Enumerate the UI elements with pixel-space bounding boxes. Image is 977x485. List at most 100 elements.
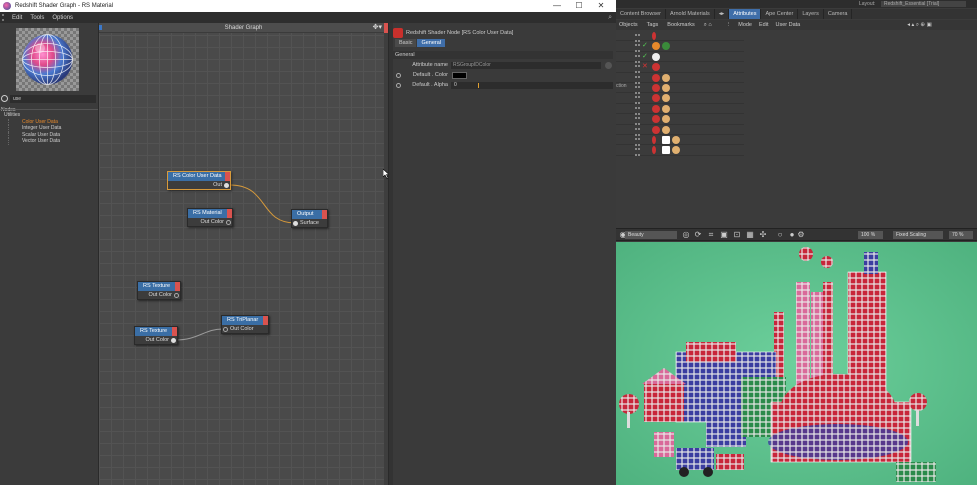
- menu-options[interactable]: Options: [52, 15, 73, 21]
- node-rs-texture-2[interactable]: RS Texture Out Color: [134, 326, 178, 345]
- refresh-icon[interactable]: ⟳: [694, 231, 702, 239]
- node-header[interactable]: RS Texture: [138, 282, 180, 291]
- tab-content-browser[interactable]: Content Browser: [616, 9, 666, 19]
- maximize-button[interactable]: ☐: [568, 0, 590, 12]
- scale-field[interactable]: 70 %: [949, 231, 973, 239]
- node-header[interactable]: RS Material: [188, 209, 232, 218]
- check-icon[interactable]: ✓: [642, 42, 649, 50]
- tag-icon[interactable]: [652, 135, 656, 144]
- tab-arnold-materials[interactable]: Arnold Materials: [666, 9, 715, 19]
- tag-icon[interactable]: [652, 73, 660, 82]
- visibility-dots[interactable]: [634, 85, 640, 94]
- visibility-dots[interactable]: [634, 106, 640, 115]
- node-header[interactable]: RS Texture: [135, 327, 177, 336]
- object-row[interactable]: [616, 93, 744, 105]
- menu-objects[interactable]: Objects: [619, 20, 638, 30]
- menu-edit[interactable]: Edit: [12, 15, 22, 21]
- node-header[interactable]: Output: [292, 210, 327, 219]
- shader-graph-canvas[interactable]: Shader Graph ✥▾ RS Color User Data Out R…: [99, 23, 390, 485]
- visibility-dots[interactable]: [634, 127, 640, 136]
- tag-icon[interactable]: [662, 83, 670, 92]
- tag-icon[interactable]: [652, 94, 660, 103]
- checker-tag-icon[interactable]: [662, 135, 670, 144]
- check-icon[interactable]: ✓: [642, 53, 649, 61]
- menu-bookmarks[interactable]: Bookmarks: [667, 20, 695, 30]
- tag-icon[interactable]: [652, 125, 660, 134]
- tag-icon[interactable]: [652, 52, 660, 61]
- object-row[interactable]: [616, 125, 744, 136]
- object-row[interactable]: [616, 31, 744, 42]
- tab-general[interactable]: General: [417, 39, 446, 47]
- object-row[interactable]: ✓: [616, 41, 744, 53]
- section-general[interactable]: General: [393, 51, 613, 59]
- output-port[interactable]: [171, 337, 176, 343]
- input-port[interactable]: [293, 220, 298, 226]
- tag-icon[interactable]: [652, 115, 660, 124]
- node-close[interactable]: [175, 282, 180, 291]
- tag-icon[interactable]: [662, 125, 670, 134]
- scaling-mode-select[interactable]: Fixed Scaling: [893, 231, 943, 239]
- visibility-dots[interactable]: [634, 64, 640, 74]
- tag-icon[interactable]: [652, 83, 660, 92]
- zoom-field[interactable]: 100 %: [858, 231, 883, 239]
- menu-mode[interactable]: Mode: [738, 20, 752, 30]
- lock-icon[interactable]: ▣: [720, 231, 728, 239]
- tag-icon[interactable]: [652, 63, 660, 72]
- attribute-name-field[interactable]: RSGroupIDColor: [451, 62, 601, 69]
- default-alpha-slider[interactable]: 0: [451, 82, 613, 89]
- object-row[interactable]: [616, 145, 744, 157]
- render-mode-select[interactable]: Beauty: [625, 231, 677, 239]
- attr-nav-icons[interactable]: ◂ ▴ ⌕ ⊕ ▣: [907, 20, 932, 30]
- output-port[interactable]: [174, 292, 179, 298]
- visibility-dots[interactable]: [634, 43, 640, 53]
- node-rs-texture[interactable]: RS Texture Out Color: [137, 281, 181, 300]
- attr-grip-icon[interactable]: ⋮: [726, 20, 732, 30]
- menu-user-data[interactable]: User Data: [775, 20, 800, 30]
- checker-tag-icon[interactable]: [662, 146, 670, 155]
- menu-edit-attr[interactable]: Edit: [759, 20, 768, 30]
- eye-icon[interactable]: ◎: [682, 231, 690, 239]
- node-close[interactable]: [225, 172, 230, 181]
- tab-nav-arrows[interactable]: ◂▸: [715, 9, 730, 19]
- output-port[interactable]: [224, 182, 229, 188]
- input-port[interactable]: [223, 326, 228, 332]
- visibility-dots[interactable]: [634, 33, 640, 42]
- tag-icon[interactable]: [662, 104, 670, 113]
- tab-basic[interactable]: Basic: [395, 39, 417, 47]
- layout-dropdown[interactable]: Redshift_Essential [Trial]: [881, 1, 966, 7]
- slider-handle[interactable]: [478, 83, 479, 88]
- render-view[interactable]: [616, 242, 977, 485]
- object-row[interactable]: [616, 114, 744, 126]
- node-close[interactable]: [227, 209, 232, 218]
- circle-icon[interactable]: ○: [776, 231, 784, 239]
- object-row[interactable]: [616, 73, 744, 84]
- tag-icon[interactable]: [662, 115, 670, 124]
- record-icon[interactable]: ●: [788, 231, 796, 239]
- visibility-dots[interactable]: [634, 95, 640, 105]
- default-color-swatch[interactable]: [452, 72, 467, 79]
- node-close[interactable]: [172, 327, 177, 336]
- tag-icon[interactable]: [652, 42, 660, 51]
- tag-icon[interactable]: [672, 135, 680, 144]
- tag-icon[interactable]: [672, 146, 680, 155]
- node-close[interactable]: [263, 316, 268, 325]
- tab-attributes[interactable]: Attributes: [729, 9, 762, 19]
- tag-icon[interactable]: [652, 32, 656, 40]
- tree-item-vector-user-data[interactable]: Vector User Data: [8, 138, 98, 145]
- tab-layers[interactable]: Layers: [798, 9, 824, 19]
- tag-icon[interactable]: [652, 146, 656, 155]
- crop-icon[interactable]: ⌗: [707, 231, 715, 239]
- properties-scrollbar[interactable]: [389, 23, 393, 485]
- tag-icon[interactable]: [662, 73, 670, 82]
- object-row[interactable]: ✕: [616, 62, 744, 74]
- settings-icon[interactable]: ⚙: [797, 231, 805, 239]
- grid-icon[interactable]: ▦: [746, 231, 754, 239]
- node-rs-color-user-data[interactable]: RS Color User Data Out: [167, 171, 231, 190]
- focus-icon[interactable]: ✣: [759, 231, 767, 239]
- tab-camera[interactable]: Camera: [824, 9, 853, 19]
- visibility-dots[interactable]: [634, 137, 640, 146]
- node-header[interactable]: RS Color User Data: [168, 172, 230, 181]
- node-output[interactable]: Output Surface: [291, 209, 328, 228]
- object-manager-icons[interactable]: ⌕ ⌂: [704, 20, 712, 30]
- node-search-input[interactable]: [10, 94, 96, 103]
